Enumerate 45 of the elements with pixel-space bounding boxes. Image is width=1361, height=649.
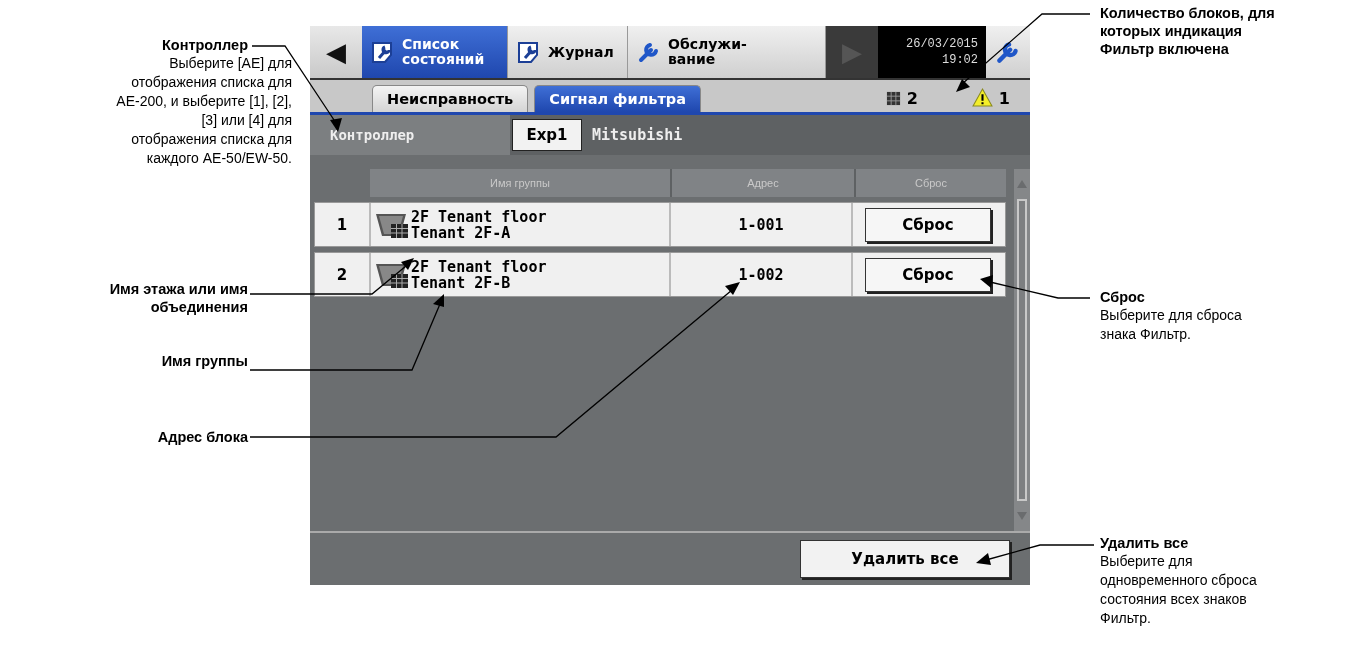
warning-icon xyxy=(971,88,993,107)
nav-tab[interactable]: Обслужи- вание xyxy=(628,26,826,78)
nav-tab[interactable]: Список состояний xyxy=(362,26,508,78)
callout-title: Адрес блока xyxy=(157,428,248,446)
reset-button[interactable]: Сброс xyxy=(865,257,991,292)
callout-title: Имя группы xyxy=(161,352,248,370)
callout-title: Контроллер xyxy=(161,36,248,54)
sub-tab[interactable]: Неисправность xyxy=(372,85,529,112)
reset-button[interactable]: Сброс xyxy=(865,207,991,242)
callout-title: Удалить все xyxy=(1100,534,1190,552)
row-number: 1 xyxy=(315,203,371,246)
group-name: Tenant 2F-B xyxy=(411,274,512,291)
scroll-thumb[interactable] xyxy=(1017,199,1027,501)
filter-count: 2 xyxy=(906,89,918,108)
callout-title: Сброс xyxy=(1100,288,1146,306)
sub-tab[interactable]: Сигнал фильтра xyxy=(534,85,701,112)
scroll-up-icon xyxy=(1016,179,1028,189)
arrow-button[interactable]: ◀ xyxy=(310,26,362,78)
callout-title: Имя этажа или имя объединения xyxy=(108,280,248,316)
table-row[interactable]: 1 2F Tenant floor Tenant 2F-A 1-001 Сброс xyxy=(314,202,1006,247)
floor-name: 2F Tenant floor xyxy=(411,258,547,275)
column-header: Сброс xyxy=(856,169,1006,197)
date-text: 26/03/2015 xyxy=(906,36,978,52)
column-header: Имя группы xyxy=(370,169,672,197)
controller-label: Контроллер xyxy=(310,115,510,155)
floor-name: 2F Tenant floor xyxy=(411,208,547,225)
controller-name: Mitsubishi xyxy=(592,126,683,144)
callout-text: Выберите для одновременного сброса состояния всех знаков Фильтр. xyxy=(1100,552,1258,628)
controller-button[interactable]: Exp1 xyxy=(512,119,582,151)
callout-title: Количество блоков, для которых индикация Фильтр включена xyxy=(1100,4,1276,58)
time-text: 19:02 xyxy=(942,52,978,68)
table-row[interactable]: 2 2F Tenant floor Tenant 2F-B 1-002 Сброс xyxy=(314,252,1006,297)
nav-tab[interactable]: Журнал xyxy=(508,26,628,78)
unit-address: 1-001 xyxy=(671,203,853,246)
callout-text: Выберите для сброса знака Фильтр. xyxy=(1100,306,1243,344)
settings-button[interactable] xyxy=(986,26,1030,78)
filter-grid-icon xyxy=(885,91,901,106)
alarm-count: 1 xyxy=(998,89,1010,108)
group-name: Tenant 2F-A xyxy=(411,224,512,241)
scrollbar[interactable] xyxy=(1014,169,1030,531)
scroll-down-icon xyxy=(1016,511,1028,521)
delete-all-button[interactable]: Удалить все xyxy=(800,540,1010,578)
callout-text: Выберите [AE] для отображения списка для AE-200, и выберите [1], [2], [3] или [4] для отображения списка для каждого AE-50/EW-50. xyxy=(115,54,292,168)
column-header: Адрес xyxy=(672,169,856,197)
row-number: 2 xyxy=(315,253,371,296)
